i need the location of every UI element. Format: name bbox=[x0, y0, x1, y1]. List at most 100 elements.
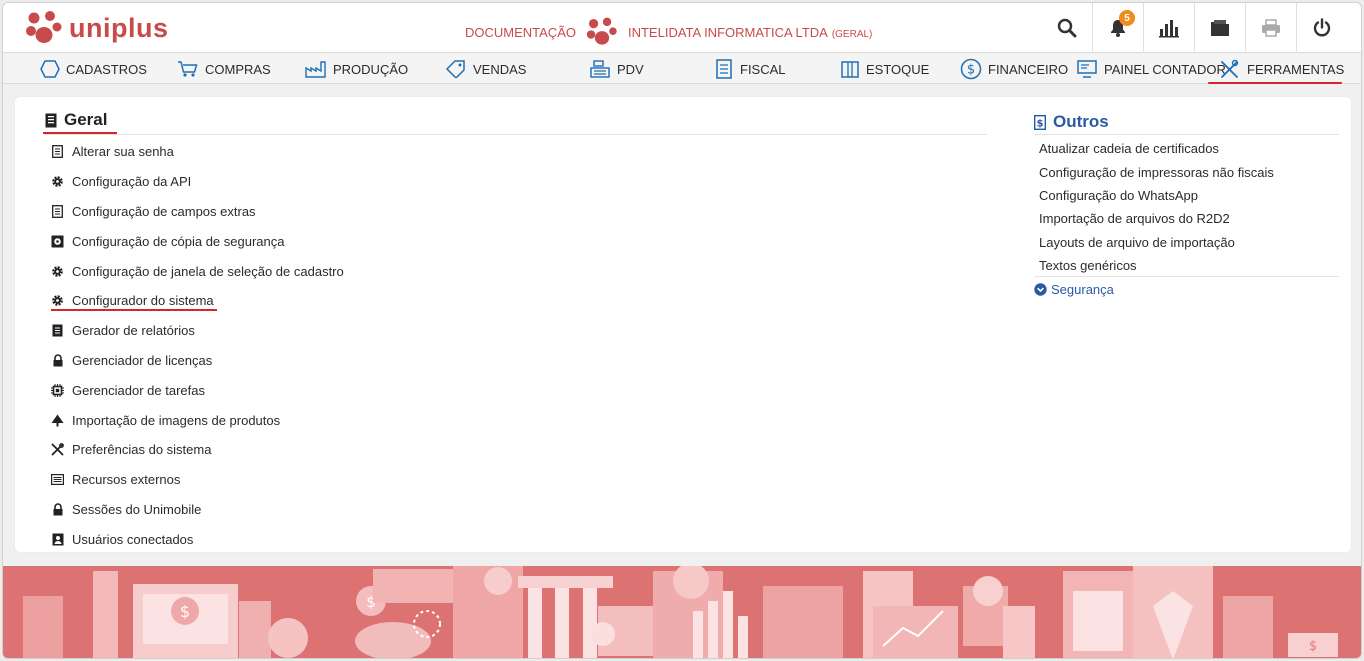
document-icon bbox=[716, 59, 732, 79]
list-item-importacao-imagens[interactable]: Importação de imagens de produtos bbox=[51, 405, 344, 435]
list-item-label: Recursos externos bbox=[72, 472, 181, 488]
report-icon bbox=[51, 324, 64, 337]
documentation-link[interactable]: DOCUMENTAÇÃO bbox=[465, 25, 576, 40]
list-item-configurador-sistema[interactable]: Configurador do sistema bbox=[51, 286, 344, 316]
logout-button[interactable] bbox=[1296, 3, 1347, 53]
logo-text: uniplus bbox=[69, 12, 169, 43]
monitor-icon bbox=[1077, 60, 1097, 78]
decorative-banner: $ $ $ bbox=[3, 566, 1361, 658]
svg-text:$: $ bbox=[1309, 639, 1317, 654]
header-actions: 5 bbox=[1041, 3, 1347, 53]
list-item-copia-seguranca[interactable]: Configuração de cópia de segurança bbox=[51, 226, 344, 256]
search-button[interactable] bbox=[1041, 3, 1092, 53]
list-item-label: Configuração de cópia de segurança bbox=[72, 233, 285, 249]
nav-label: FISCAL bbox=[740, 61, 786, 77]
nav-item-ferramentas[interactable]: FERRAMENTAS bbox=[1219, 54, 1344, 84]
nav-label: PRODUÇÃO bbox=[333, 61, 409, 77]
app-window: uniplus DOCUMENTAÇÃO INTELIDATA INFORMAT… bbox=[2, 2, 1362, 659]
list-item-layouts-importacao[interactable]: Layouts de arquivo de importação bbox=[1039, 231, 1274, 254]
list-item-whatsapp[interactable]: Configuração do WhatsApp bbox=[1039, 184, 1274, 207]
print-button[interactable] bbox=[1245, 3, 1296, 53]
tag-icon bbox=[445, 60, 465, 78]
list-item-impressoras[interactable]: Configuração de impressoras não fiscais bbox=[1039, 160, 1274, 183]
files-button[interactable] bbox=[1194, 3, 1245, 53]
nav-label: CADASTROS bbox=[66, 61, 147, 77]
disk-icon bbox=[51, 235, 64, 248]
list-item-recursos-externos[interactable]: Recursos externos bbox=[51, 465, 344, 495]
dollar-document-icon: $ bbox=[1034, 114, 1046, 130]
form-icon bbox=[51, 145, 64, 159]
list-item-janela-selecao[interactable]: Configuração de janela de seleção de cad… bbox=[51, 256, 344, 286]
active-nav-indicator bbox=[1208, 82, 1342, 84]
uniplus-logo[interactable]: uniplus bbox=[25, 9, 169, 47]
lock-icon bbox=[51, 354, 64, 367]
list-item-tarefas[interactable]: Gerenciador de tarefas bbox=[51, 375, 344, 405]
wrench-icon bbox=[51, 443, 64, 456]
nav-item-pdv[interactable]: PDV bbox=[589, 54, 644, 84]
list-item-config-api[interactable]: Configuração da API bbox=[51, 167, 344, 197]
list-item-campos-extras[interactable]: Configuração de campos extras bbox=[51, 197, 344, 227]
list-item-licencas[interactable]: Gerenciador de licenças bbox=[51, 346, 344, 376]
nav-label: COMPRAS bbox=[205, 61, 271, 77]
company-selector[interactable]: INTELIDATA INFORMATICA LTDA (GERAL) bbox=[628, 25, 872, 40]
company-name: INTELIDATA INFORMATICA LTDA bbox=[627, 24, 828, 40]
nav-label: PAINEL CONTADOR bbox=[1104, 61, 1226, 77]
outros-list: Atualizar cadeia de certificados Configu… bbox=[1039, 137, 1274, 277]
list-item-label: Configuração de janela de seleção de cad… bbox=[72, 263, 344, 279]
svg-text:$: $ bbox=[180, 602, 190, 621]
nav-item-compras[interactable]: COMPRAS bbox=[177, 54, 271, 84]
nav-label: ESTOQUE bbox=[866, 61, 930, 77]
list-item-label: Configuração da API bbox=[72, 174, 192, 190]
list-item-gerador-relatorios[interactable]: Gerador de relatórios bbox=[51, 316, 344, 346]
svg-text:$: $ bbox=[1037, 118, 1044, 129]
nav-item-financeiro[interactable]: $ FINANCEIRO bbox=[960, 54, 1068, 84]
nav-label: VENDAS bbox=[473, 61, 527, 77]
outros-section-title: $ Outros bbox=[1034, 112, 1109, 132]
company-scope: (GERAL) bbox=[831, 28, 873, 40]
chip-icon bbox=[51, 383, 64, 397]
list-item-r2d2[interactable]: Importação de arquivos do R2D2 bbox=[1039, 207, 1274, 230]
search-icon bbox=[1057, 18, 1076, 38]
list-item-preferencias[interactable]: Preferências do sistema bbox=[51, 435, 344, 465]
content-card: Geral Alterar sua senha Configuração da … bbox=[15, 97, 1351, 552]
geral-title-underline bbox=[43, 132, 117, 134]
nav-item-estoque[interactable]: ESTOQUE bbox=[840, 54, 929, 84]
list-item-label: Gerenciador de tarefas bbox=[72, 382, 205, 398]
seguranca-toggle[interactable]: Segurança bbox=[1034, 282, 1114, 297]
nav-item-vendas[interactable]: VENDAS bbox=[445, 54, 526, 84]
gear-icon bbox=[51, 175, 64, 188]
nav-item-fiscal[interactable]: FISCAL bbox=[714, 54, 786, 84]
list-item-alterar-senha[interactable]: Alterar sua senha bbox=[51, 137, 344, 167]
list-item-label: Preferências do sistema bbox=[72, 442, 212, 458]
finance-illustration: $ $ $ bbox=[3, 566, 1361, 658]
nav-item-producao[interactable]: PRODUÇÃO bbox=[305, 54, 408, 84]
list-icon bbox=[51, 473, 64, 486]
list-item-label: Gerador de relatórios bbox=[72, 323, 195, 339]
divider bbox=[1034, 134, 1339, 135]
cart-icon bbox=[178, 61, 198, 77]
nav-item-painel-contador[interactable]: PAINEL CONTADOR bbox=[1076, 54, 1226, 84]
nav-item-cadastros[interactable]: CADASTROS bbox=[40, 54, 147, 84]
printer-icon bbox=[1262, 19, 1280, 37]
list-item-label: Sessões do Unimobile bbox=[72, 501, 202, 517]
list-item-textos-genericos[interactable]: Textos genéricos bbox=[1039, 254, 1274, 277]
notifications-button[interactable]: 5 bbox=[1092, 3, 1143, 53]
divider bbox=[45, 134, 987, 135]
factory-icon bbox=[305, 61, 326, 78]
geral-title-text: Geral bbox=[64, 110, 108, 129]
tools-icon bbox=[1221, 59, 1239, 78]
paw-logo-icon bbox=[26, 11, 62, 43]
divider bbox=[1034, 276, 1339, 277]
hexagon-icon bbox=[40, 60, 60, 78]
list-item-label: Configuração de campos extras bbox=[72, 203, 256, 219]
list-item-certificados[interactable]: Atualizar cadeia de certificados bbox=[1039, 137, 1274, 160]
chevron-down-circle-icon bbox=[1034, 283, 1047, 296]
paw-small-icon bbox=[586, 17, 617, 45]
list-item-usuarios-conectados[interactable]: Usuários conectados bbox=[51, 524, 344, 554]
main-nav: CADASTROS COMPRAS PRODUÇÃO VENDAS PDV FI… bbox=[3, 54, 1361, 84]
reports-button[interactable] bbox=[1143, 3, 1194, 53]
company-info: DOCUMENTAÇÃO INTELIDATA INFORMATICA LTDA… bbox=[465, 16, 872, 48]
outros-title-text: Outros bbox=[1053, 112, 1109, 131]
box-icon bbox=[841, 61, 859, 78]
list-item-sessoes-unimobile[interactable]: Sessões do Unimobile bbox=[51, 495, 344, 525]
